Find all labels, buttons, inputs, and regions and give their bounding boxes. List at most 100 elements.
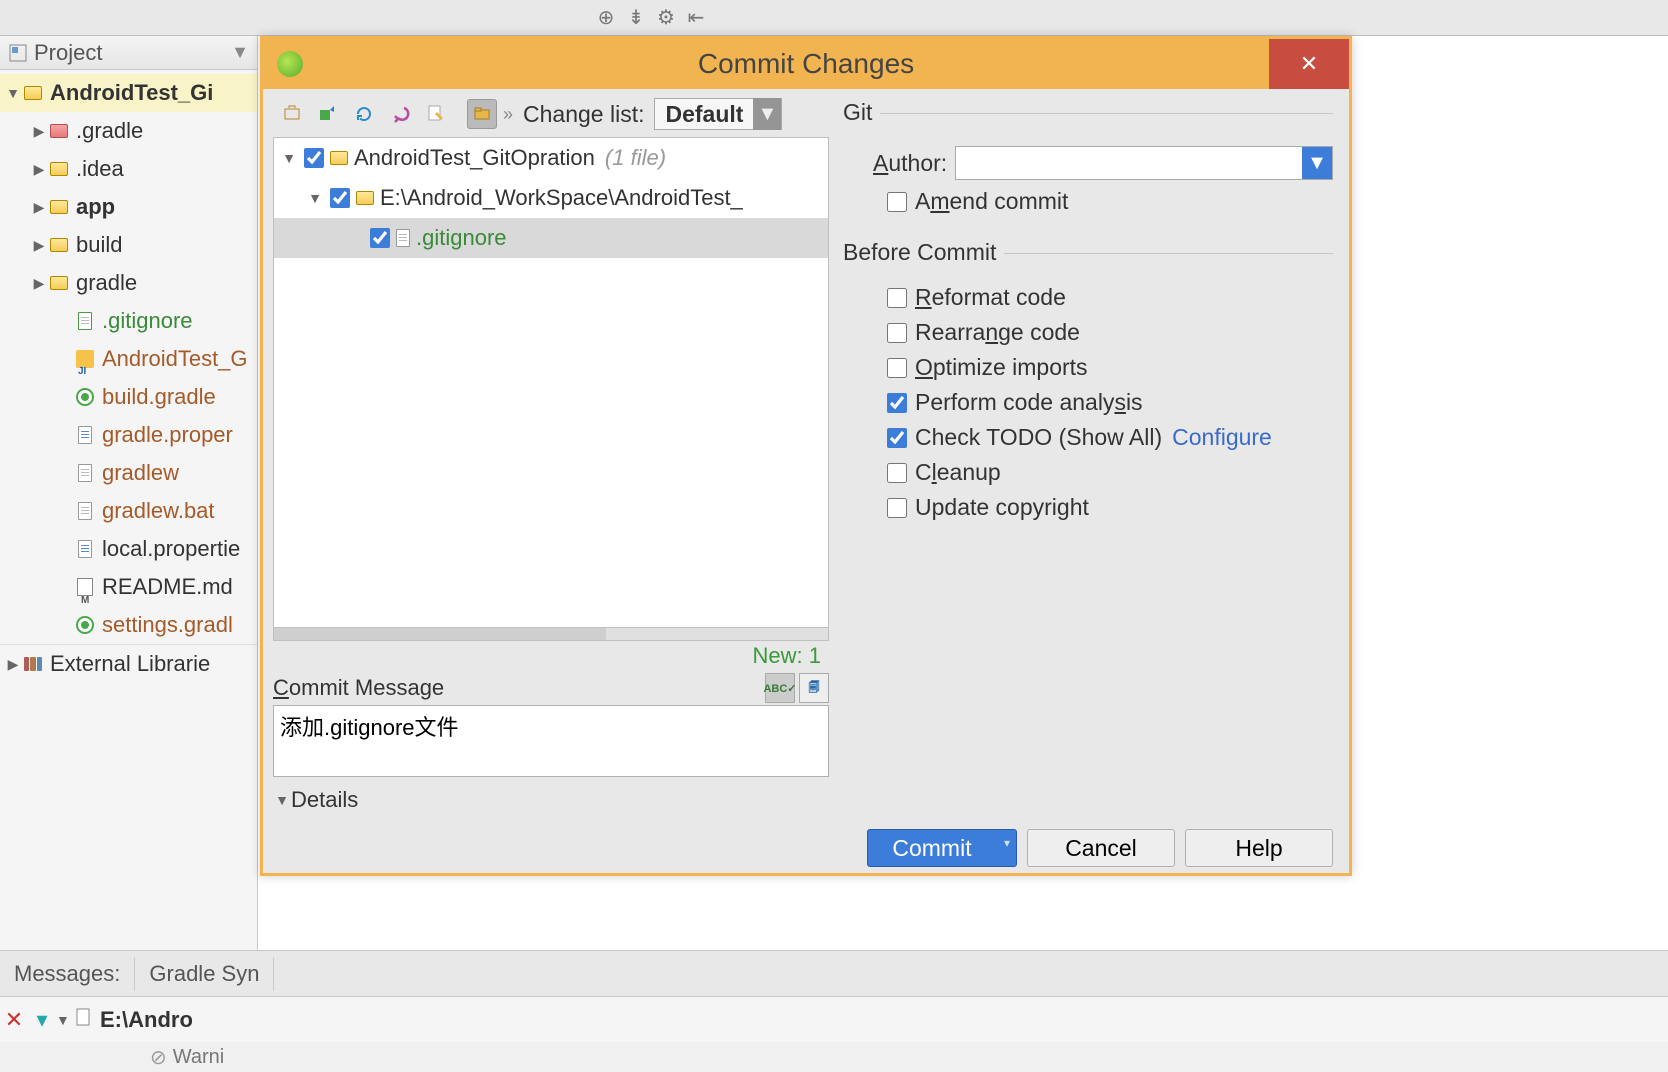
tree-item-gradleprop[interactable]: gradle.proper: [0, 416, 257, 454]
group-icon[interactable]: [467, 99, 497, 129]
tree-item-gradlewbat[interactable]: gradlew.bat: [0, 492, 257, 530]
amend-checkbox[interactable]: [887, 192, 907, 212]
rearrange-row[interactable]: Rearrange code: [887, 319, 1333, 346]
hide-icon[interactable]: ⇤: [684, 6, 708, 30]
todo-row[interactable]: Check TODO (Show All) Configure: [887, 424, 1333, 451]
changes-root[interactable]: ▼ AndroidTest_GitOpration (1 file): [274, 138, 828, 178]
expand-icon[interactable]: ▼: [4, 74, 22, 112]
chevron-icon[interactable]: ▼: [56, 1012, 74, 1028]
gear-icon[interactable]: ⚙: [654, 6, 678, 30]
project-tree[interactable]: ▼ AndroidTest_Gi ▶.gradle ▶.idea ▶app ▶b…: [0, 70, 257, 686]
show-diff-icon[interactable]: [277, 99, 307, 129]
author-combobox[interactable]: ▼: [955, 146, 1333, 180]
folder-icon: [48, 272, 70, 294]
tree-external-libraries[interactable]: ▶External Librarie: [0, 644, 257, 682]
gradle-icon: [74, 614, 96, 636]
cleanup-row[interactable]: Cleanup: [887, 459, 1333, 486]
tree-item-iml[interactable]: AndroidTest_G: [0, 340, 257, 378]
tree-item-buildgradle[interactable]: build.gradle: [0, 378, 257, 416]
file-count: (1 file): [605, 139, 666, 177]
chevron-down-icon[interactable]: ▼: [753, 98, 781, 130]
todo-checkbox[interactable]: [887, 428, 907, 448]
module-icon: [330, 151, 348, 165]
folder-icon: [48, 120, 70, 142]
git-section-header: Git: [843, 99, 1333, 126]
tree-item-gradle-dir[interactable]: ▶.gradle: [0, 112, 257, 150]
reformat-row[interactable]: Reformat code: [887, 284, 1333, 311]
edit-icon[interactable]: [421, 99, 451, 129]
expand-icon[interactable]: ▼: [306, 179, 324, 217]
file-icon: [74, 538, 96, 560]
ide-toolbar: ⊕ ⇟ ⚙ ⇤: [0, 0, 1668, 36]
tree-item-localprop[interactable]: local.propertie: [0, 530, 257, 568]
tree-item-gradle[interactable]: ▶gradle: [0, 264, 257, 302]
amend-checkbox-row[interactable]: Amend commit: [887, 188, 1333, 215]
history-icon[interactable]: 🗐: [799, 673, 829, 703]
optimize-checkbox[interactable]: [887, 358, 907, 378]
bottom-path: E:\Andro: [100, 1007, 193, 1033]
folder-icon: [48, 158, 70, 180]
before-commit-header: Before Commit: [843, 239, 1333, 266]
help-button[interactable]: Help: [1185, 829, 1333, 867]
target-icon[interactable]: ⊕: [594, 6, 618, 30]
move-icon[interactable]: [313, 99, 343, 129]
todo-label: Check TODO (Show All): [915, 424, 1162, 451]
root-checkbox[interactable]: [304, 148, 324, 168]
tree-item-settingsgradle[interactable]: settings.gradl: [0, 606, 257, 644]
tree-item-idea[interactable]: ▶.idea: [0, 150, 257, 188]
commit-button[interactable]: Commit: [867, 829, 1017, 867]
project-panel-header[interactable]: Project ▼: [0, 36, 257, 70]
author-label: Author:: [873, 150, 947, 177]
collapse-icon[interactable]: ⇟: [624, 6, 648, 30]
dialog-titlebar[interactable]: Commit Changes ✕: [263, 39, 1349, 89]
dialog-right-pane: Git Author: ▼ Amend commit Before Commit…: [837, 95, 1339, 817]
tab-gradle-sync[interactable]: Gradle Syn: [135, 957, 274, 991]
changes-file[interactable]: .gitignore: [274, 218, 828, 258]
tree-item-gitignore[interactable]: .gitignore: [0, 302, 257, 340]
spellcheck-icon[interactable]: ABC✓: [765, 673, 795, 703]
file-checkbox[interactable]: [370, 228, 390, 248]
more-chevron-icon[interactable]: »: [503, 104, 513, 125]
copyright-row[interactable]: Update copyright: [887, 494, 1333, 521]
horizontal-scrollbar[interactable]: [273, 627, 829, 641]
tree-item-readme[interactable]: README.md: [0, 568, 257, 606]
path-checkbox[interactable]: [330, 188, 350, 208]
file-icon: [74, 462, 96, 484]
project-panel: Project ▼ ▼ AndroidTest_Gi ▶.gradle ▶.id…: [0, 36, 258, 950]
copyright-checkbox[interactable]: [887, 498, 907, 518]
path-label: E:\Android_WorkSpace\AndroidTest_: [380, 179, 743, 217]
tree-item-app[interactable]: ▶app: [0, 188, 257, 226]
configure-link[interactable]: Configure: [1172, 424, 1272, 451]
change-list-select[interactable]: Default ▼: [654, 98, 782, 130]
revert-icon[interactable]: [385, 99, 415, 129]
reformat-checkbox[interactable]: [887, 288, 907, 308]
status-line: New: 1: [273, 641, 829, 671]
tab-messages[interactable]: Messages:: [0, 957, 135, 991]
chevron-down-icon[interactable]: ▼: [273, 792, 291, 808]
folder-icon: [48, 196, 70, 218]
analysis-checkbox[interactable]: [887, 393, 907, 413]
tree-item-gradlew[interactable]: gradlew: [0, 454, 257, 492]
close-icon[interactable]: ✕: [0, 1007, 28, 1033]
cancel-button[interactable]: Cancel: [1027, 829, 1175, 867]
tree-root[interactable]: ▼ AndroidTest_Gi: [0, 74, 257, 112]
ide-bottom-bar: ✕ ▾ ▼ E:\Andro: [0, 996, 1668, 1042]
changes-tree[interactable]: ▼ AndroidTest_GitOpration (1 file) ▼ E:\…: [273, 137, 829, 628]
cleanup-label: Cleanup: [915, 459, 1001, 486]
chevron-down-icon[interactable]: ▼: [1302, 147, 1332, 179]
changes-path[interactable]: ▼ E:\Android_WorkSpace\AndroidTest_: [274, 178, 828, 218]
rearrange-checkbox[interactable]: [887, 323, 907, 343]
expand-icon[interactable]: ▼: [280, 139, 298, 177]
commit-dialog: Commit Changes ✕ » Change list: Default …: [260, 36, 1352, 876]
commit-message-input[interactable]: [273, 705, 829, 777]
refresh-icon[interactable]: [349, 99, 379, 129]
project-icon: [8, 43, 28, 63]
details-toggle[interactable]: ▼ Details: [273, 783, 829, 817]
optimize-row[interactable]: Optimize imports: [887, 354, 1333, 381]
down-icon[interactable]: ▾: [28, 1007, 56, 1033]
tree-item-build[interactable]: ▶build: [0, 226, 257, 264]
chevron-down-icon[interactable]: ▼: [231, 42, 249, 63]
cleanup-checkbox[interactable]: [887, 463, 907, 483]
author-input[interactable]: [956, 147, 1302, 179]
analysis-row[interactable]: Perform code analysis: [887, 389, 1333, 416]
